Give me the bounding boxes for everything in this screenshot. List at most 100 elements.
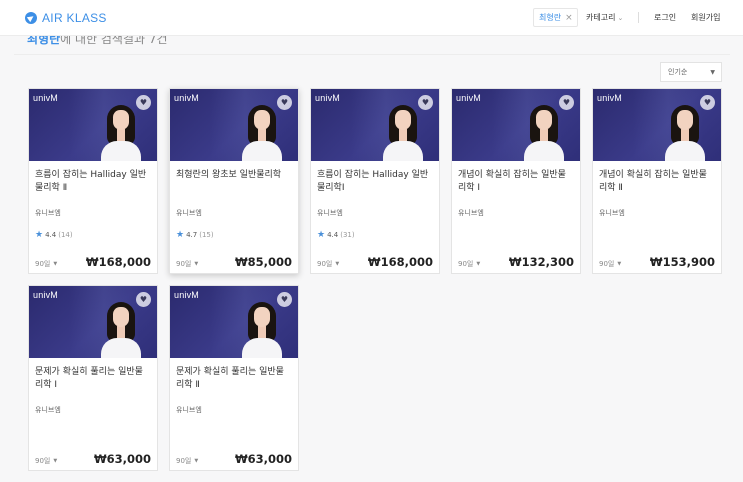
period-label: 90일 (599, 260, 615, 268)
course-price: ₩168,000 (85, 255, 151, 269)
course-card[interactable]: univM ♥ 문제가 확실히 풀리는 일반물리학 Ⅰ 유니브엠 90일 ▼ ₩… (28, 285, 158, 471)
instructor-photo (665, 105, 705, 161)
course-title[interactable]: 최형란의 왕초보 일반물리학 (176, 169, 292, 182)
course-teacher: 유니브엠 (35, 406, 61, 414)
period-label: 90일 (176, 260, 192, 268)
caret-down-icon: ▼ (335, 261, 340, 267)
period-select[interactable]: 90일 ▼ (599, 259, 621, 269)
signup-link[interactable]: 회원가입 (691, 12, 720, 23)
brand-logo: univM (174, 93, 200, 103)
course-teacher: 유니브엠 (458, 209, 484, 217)
period-select[interactable]: 90일 ▼ (35, 456, 57, 466)
course-thumbnail[interactable]: univM ♥ (170, 89, 298, 161)
course-title[interactable]: 문제가 확실히 풀리는 일반물리학 Ⅱ (176, 366, 292, 392)
course-thumbnail[interactable]: univM ♥ (29, 89, 157, 161)
course-rating: ★ 4.4 (31) (317, 230, 355, 240)
brand-logo: univM (174, 290, 200, 300)
brand-logo: univM (33, 290, 59, 300)
caret-down-icon: ▼ (476, 261, 481, 267)
period-label: 90일 (176, 457, 192, 465)
course-card[interactable]: univM ♥ 흐름이 잡히는 Halliday 일반물리학 Ⅱ 유니브엠 ★ … (28, 88, 158, 274)
course-card[interactable]: univM ♥ 문제가 확실히 풀리는 일반물리학 Ⅱ 유니브엠 90일 ▼ ₩… (169, 285, 299, 471)
course-price: ₩85,000 (234, 255, 292, 269)
course-title[interactable]: 개념이 확실히 잡히는 일반물리학 Ⅱ (599, 169, 715, 195)
paper-plane-icon (25, 12, 37, 24)
brand-logo: univM (456, 93, 482, 103)
period-label: 90일 (317, 260, 333, 268)
period-label: 90일 (35, 260, 51, 268)
course-title[interactable]: 흐름이 잡히는 Halliday 일반물리학 Ⅱ (35, 169, 151, 195)
instructor-photo (524, 105, 564, 161)
instructor-photo (101, 302, 141, 358)
period-select[interactable]: 90일 ▼ (35, 259, 57, 269)
course-teacher: 유니브엠 (35, 209, 61, 217)
category-label: 카테고리 (586, 13, 616, 22)
course-rating: ★ 4.7 (15) (176, 230, 214, 240)
caret-down-icon: ▼ (194, 261, 199, 267)
course-thumbnail[interactable]: univM ♥ (311, 89, 439, 161)
instructor-photo (101, 105, 141, 161)
heart-icon[interactable]: ♥ (277, 292, 292, 307)
heart-icon[interactable]: ♥ (559, 95, 574, 110)
course-card[interactable]: univM ♥ 흐름이 잡히는 Halliday 일반물리학Ⅰ 유니브엠 ★ 4… (310, 88, 440, 274)
course-teacher: 유니브엠 (176, 209, 202, 217)
login-link[interactable]: 로그인 (654, 12, 676, 23)
period-select[interactable]: 90일 ▼ (176, 259, 198, 269)
period-label: 90일 (35, 457, 51, 465)
rating-count: (15) (199, 231, 214, 239)
course-title[interactable]: 흐름이 잡히는 Halliday 일반물리학Ⅰ (317, 169, 433, 195)
course-price: ₩168,000 (367, 255, 433, 269)
heart-icon[interactable]: ♥ (136, 292, 151, 307)
course-price: ₩63,000 (234, 452, 292, 466)
rating-count: (14) (58, 231, 73, 239)
course-price: ₩153,900 (649, 255, 715, 269)
star-icon: ★ (176, 230, 185, 240)
rating-score: 4.4 (327, 231, 339, 239)
course-card[interactable]: univM ♥ 개념이 확실히 잡히는 일반물리학 Ⅰ 유니브엠 90일 ▼ ₩… (451, 88, 581, 274)
course-thumbnail[interactable]: univM ♥ (29, 286, 157, 358)
section-divider (14, 54, 730, 55)
heart-icon[interactable]: ♥ (418, 95, 433, 110)
period-label: 90일 (458, 260, 474, 268)
sort-select[interactable]: 인기순 ▼ (660, 62, 722, 82)
course-card[interactable]: univM ♥ 개념이 확실히 잡히는 일반물리학 Ⅱ 유니브엠 90일 ▼ ₩… (592, 88, 722, 274)
brand-logo: univM (33, 93, 59, 103)
heart-icon[interactable]: ♥ (277, 95, 292, 110)
course-title[interactable]: 개념이 확실히 잡히는 일반물리학 Ⅰ (458, 169, 574, 195)
chevron-down-icon: ⌄ (617, 13, 624, 22)
logo-text: AIR KLASS (42, 11, 107, 25)
instructor-photo (383, 105, 423, 161)
heart-icon[interactable]: ♥ (700, 95, 715, 110)
course-price: ₩63,000 (93, 452, 151, 466)
instructor-photo (242, 105, 282, 161)
brand-logo: univM (315, 93, 341, 103)
course-rating: ★ 4.4 (14) (35, 230, 73, 240)
caret-down-icon: ▼ (194, 458, 199, 464)
rating-score: 4.7 (186, 231, 198, 239)
course-title[interactable]: 문제가 확실히 풀리는 일반물리학 Ⅰ (35, 366, 151, 392)
heart-icon[interactable]: ♥ (136, 95, 151, 110)
caret-down-icon: ▼ (617, 261, 622, 267)
close-icon[interactable]: × (565, 13, 573, 23)
course-thumbnail[interactable]: univM ♥ (452, 89, 580, 161)
caret-down-icon: ▼ (53, 458, 58, 464)
top-header: AIR KLASS 최형란 × 카테고리 ⌄ 로그인 회원가입 (0, 0, 743, 36)
course-thumbnail[interactable]: univM ♥ (170, 286, 298, 358)
star-icon: ★ (317, 230, 326, 240)
category-menu[interactable]: 카테고리 ⌄ (586, 12, 623, 23)
search-chip[interactable]: 최형란 × (533, 8, 578, 27)
period-select[interactable]: 90일 ▼ (176, 456, 198, 466)
caret-down-icon: ▼ (53, 261, 58, 267)
period-select[interactable]: 90일 ▼ (317, 259, 339, 269)
search-chip-label: 최형란 (539, 13, 562, 22)
instructor-photo (242, 302, 282, 358)
course-card[interactable]: univM ♥ 최형란의 왕초보 일반물리학 유니브엠 ★ 4.7 (15) 9… (169, 88, 299, 274)
period-select[interactable]: 90일 ▼ (458, 259, 480, 269)
sort-label: 인기순 (668, 68, 688, 76)
header-divider (638, 12, 639, 23)
logo[interactable]: AIR KLASS (25, 11, 107, 25)
star-icon: ★ (35, 230, 44, 240)
course-price: ₩132,300 (508, 255, 574, 269)
course-teacher: 유니브엠 (599, 209, 625, 217)
course-thumbnail[interactable]: univM ♥ (593, 89, 721, 161)
